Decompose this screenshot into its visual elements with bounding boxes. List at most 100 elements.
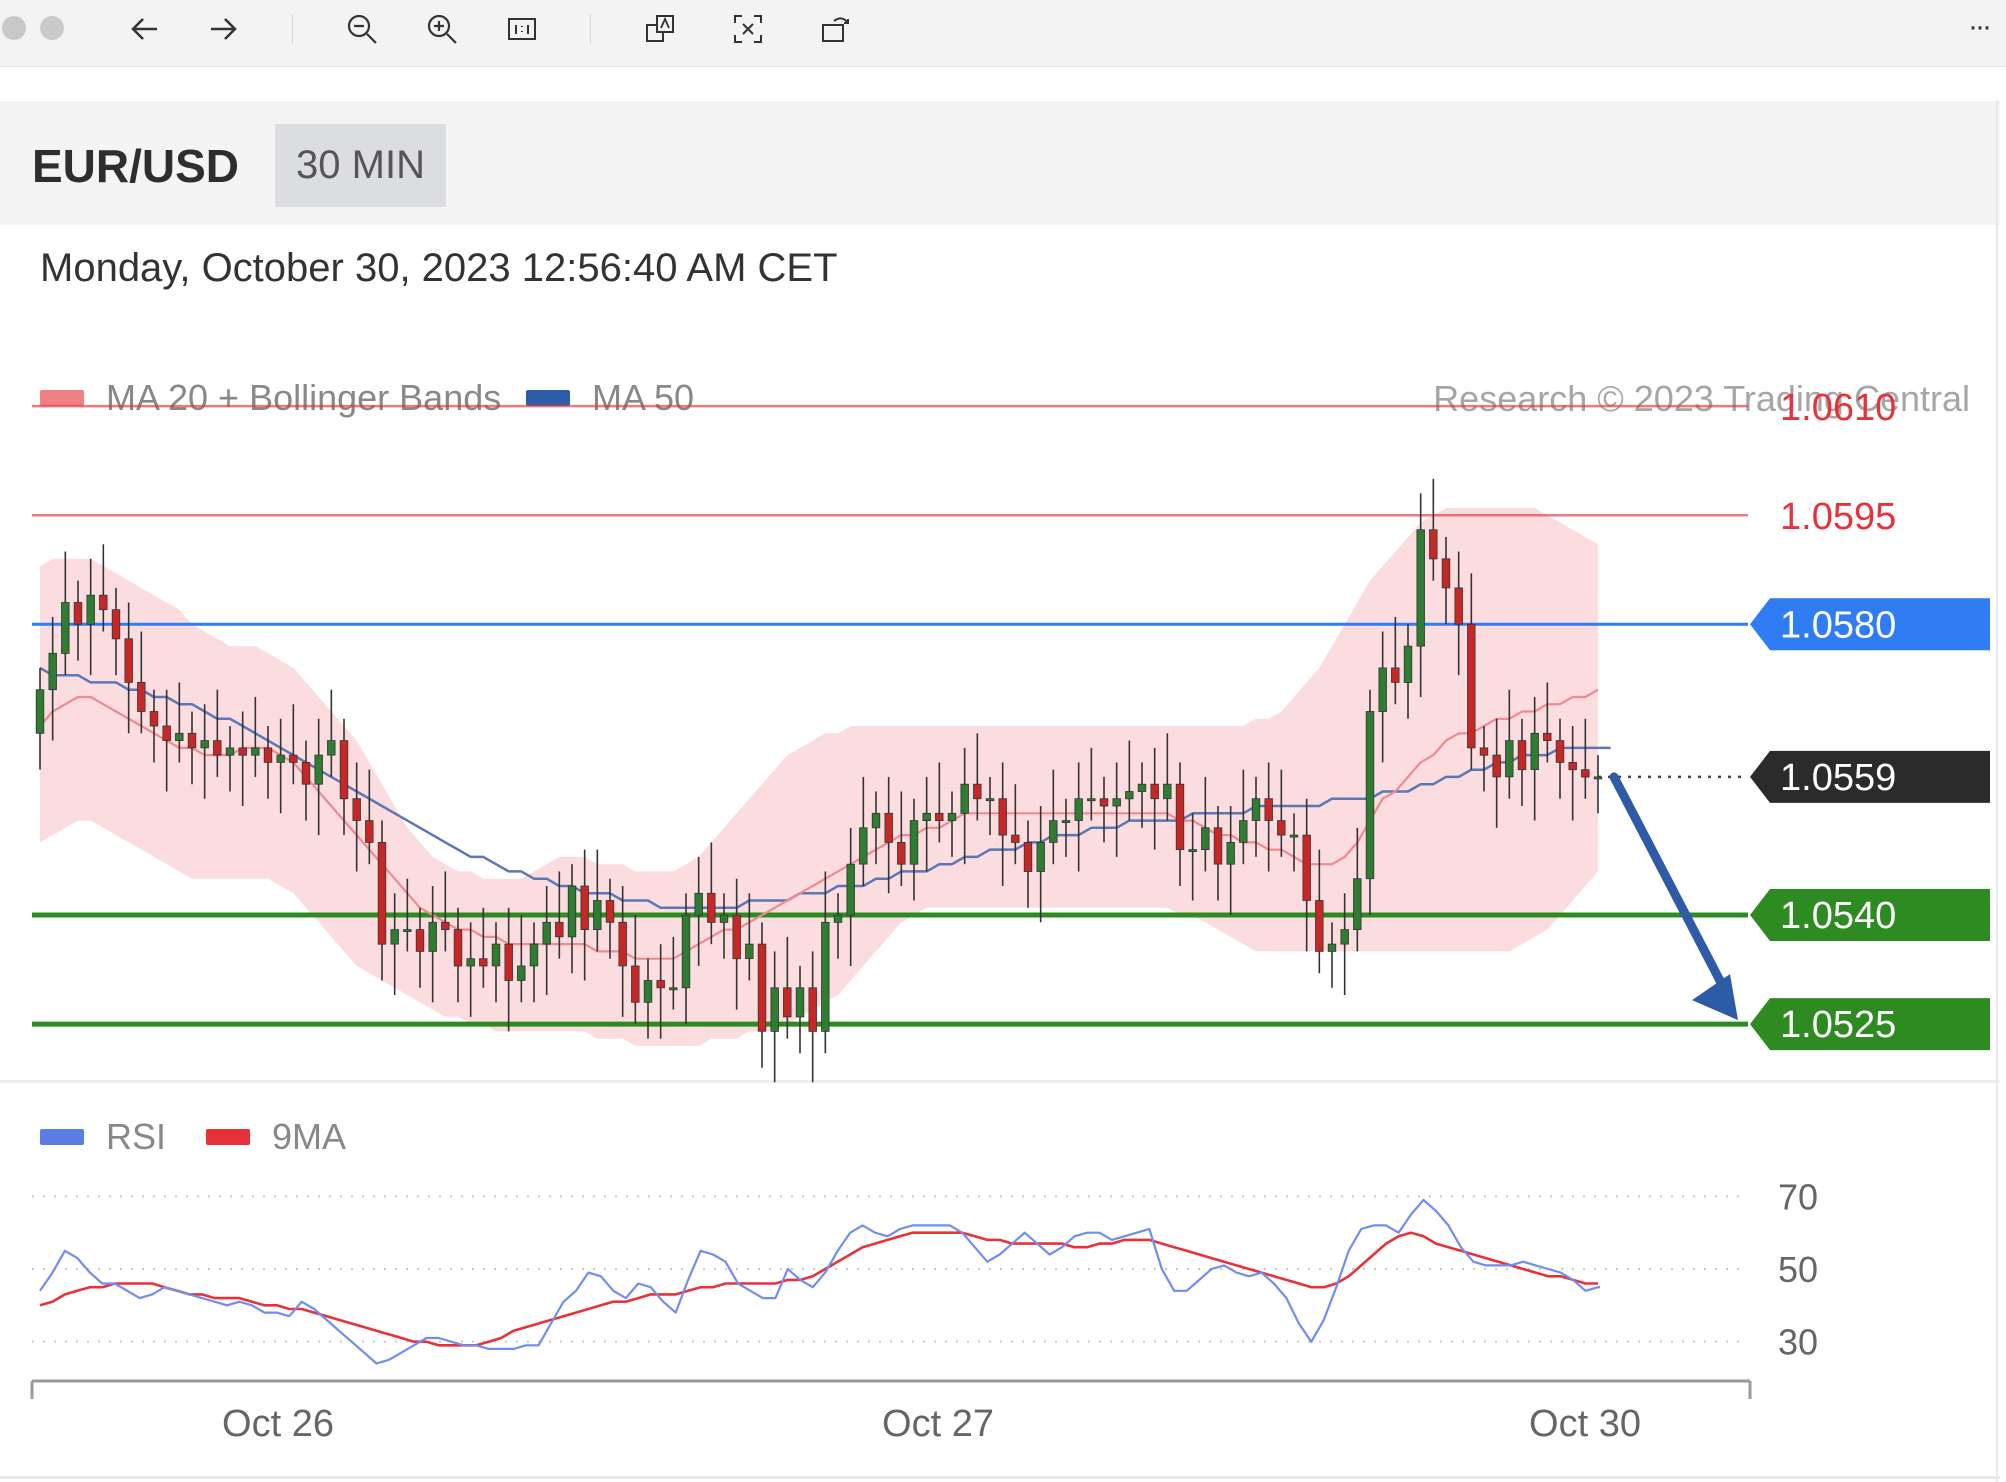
candle-body [479,958,488,967]
x-tick-label: Oct 30 [1529,1403,1641,1445]
candle-body [1201,827,1210,850]
candle-body [1137,783,1147,792]
candle-body [1213,827,1223,865]
rsi-level-label: 30 [1778,1322,1818,1363]
candle-body [200,740,209,749]
candle-body [1555,740,1565,763]
candle-body [73,602,83,625]
candle-body [795,987,805,1018]
candle-body [732,914,741,960]
candle-body [694,892,703,916]
candle-body [1087,798,1096,802]
candle-body [1454,587,1463,625]
candle-body [1505,740,1514,778]
candle-body [859,827,868,865]
candle-body [1226,842,1235,865]
candle-body [1353,878,1362,931]
candle-body [631,965,640,1003]
candle-body [35,689,45,734]
candle-body [897,842,906,865]
candle-body [491,943,501,967]
candle-body [441,921,450,930]
candle-body [884,812,893,843]
candle-body [757,943,767,1032]
candle-body [1125,791,1134,800]
candle-body [1340,929,1349,945]
candle-body [428,921,437,952]
price-chart: 1.0610 1.0595 1.0580 1.0559 1.0540 1.0525 70 5… [30,387,1990,1445]
level-label-1.0610: 1.0610 [1780,387,1896,429]
candle-body [745,943,754,959]
candle-body [225,747,235,756]
candle-body [1188,849,1197,852]
candle-body [111,609,121,640]
level-label-1.0559: 1.0559 [1780,757,1896,799]
candle-body [783,987,792,1018]
candle-body [453,929,463,967]
candle-body [377,842,387,945]
candle-body [1543,732,1552,741]
level-label-1.0525: 1.0525 [1780,1004,1896,1046]
candle-body [656,980,665,989]
candle-body [593,900,602,931]
candle-body [149,711,159,727]
candle-body [517,965,526,981]
candle-body [1264,798,1273,821]
candle-body [1327,943,1337,952]
candle-body [327,740,336,756]
bollinger-band [40,507,1598,1046]
candle-body [618,921,627,967]
candle-body [1391,667,1400,683]
candle-body [403,929,412,932]
level-labels: 1.0610 1.0595 1.0580 1.0559 1.0540 1.0525 [1750,387,1990,1051]
candle-body [580,885,589,930]
forecast-arrow [1609,772,1738,1021]
candle-body [1441,558,1451,589]
forecast-arrow-head [1692,974,1738,1021]
candle-body [808,987,817,1032]
candle-body [466,958,475,967]
candle-body [314,754,323,785]
forecast-arrow-shaft [1609,772,1733,1001]
candle-body [973,783,982,800]
bollinger-band-area [40,507,1598,1046]
candle-body [555,921,564,938]
candle-body [846,863,855,916]
x-tick-label: Oct 26 [222,1403,334,1445]
candle-body [339,740,349,800]
candle-body [1568,762,1577,771]
candle-body [542,921,551,945]
candle-body [719,914,729,923]
candle-body [833,914,843,923]
candle-body [1289,834,1299,838]
candle-body [770,987,779,1032]
candle-body [301,762,311,785]
candle-body [99,594,108,611]
candle-body [1302,834,1311,901]
candle-body [707,892,716,923]
candle-body [162,725,171,741]
candle-body [960,783,969,814]
candle-body [1365,711,1375,880]
candle-body [137,682,146,712]
candle-body [187,732,197,749]
candle-body [289,754,298,763]
candle-body [821,921,830,1032]
candle-body [605,900,615,923]
candle-body [276,754,285,763]
candle-body [1467,623,1476,749]
candle-body [643,980,653,1003]
candle-body [1581,769,1590,778]
level-label-1.0595: 1.0595 [1780,496,1896,538]
rsi-9ma-line [39,1231,1598,1347]
candle-body [998,798,1007,836]
rsi-level-label: 70 [1778,1176,1818,1217]
candle-body [1023,842,1033,872]
candle-body [1492,754,1501,778]
candle-body [1251,798,1261,821]
candle-body [1011,834,1020,843]
x-tick-label: Oct 27 [882,1403,994,1445]
candle-body [1074,798,1083,821]
candle-body [415,929,425,952]
candle-body [1049,820,1058,843]
